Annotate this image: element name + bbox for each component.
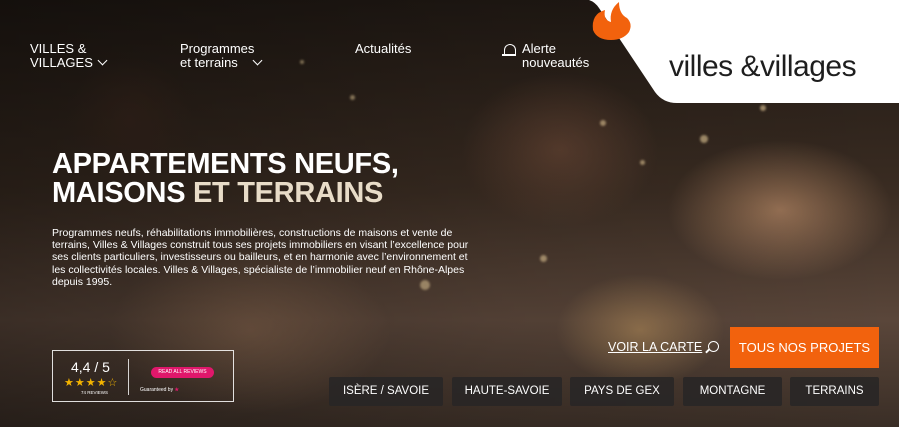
hero-description: Programmes neufs, réhabilitations immobi…: [52, 227, 469, 288]
region-button-montagne[interactable]: MONTAGNE: [683, 377, 782, 406]
bell-icon: [502, 44, 516, 56]
review-count: 74 REVIEWS: [81, 390, 109, 395]
bokeh-light: [540, 255, 547, 262]
map-link-label: VOIR LA CARTE: [608, 340, 703, 354]
region-button-isere-savoie[interactable]: ISÈRE / SAVOIE: [329, 377, 443, 406]
headline-line1: APPARTEMENTS NEUFS,: [52, 148, 399, 180]
all-projects-button[interactable]: TOUS NOS PROJETS: [730, 327, 879, 368]
nav-item-villes-villages[interactable]: VILLES & VILLAGES: [30, 41, 108, 70]
bokeh-light: [350, 95, 355, 100]
nav-item-actualites[interactable]: Actualités: [355, 42, 411, 56]
main-nav: VILLES & VILLAGES Programmes et terrains…: [0, 0, 640, 80]
logo[interactable]: villes &villages: [589, 0, 899, 103]
region-button-terrains[interactable]: TERRAINS: [790, 377, 879, 406]
reviews-widget[interactable]: 4,4 / 5 ★★★★☆ 74 REVIEWS READ ALL REVIEW…: [52, 350, 234, 402]
read-all-reviews-button[interactable]: READ ALL REVIEWS: [151, 367, 214, 378]
bokeh-light: [700, 135, 708, 143]
nav-label-line1: Programmes: [180, 41, 255, 56]
rating-score: 4,4 / 5: [71, 359, 110, 375]
headline-accent: ET TERRAINS: [185, 177, 384, 209]
logo-text: villes &villages: [669, 50, 857, 83]
nav-label-line2: VILLAGES: [30, 55, 93, 70]
nav-item-programmes[interactable]: Programmes et terrains: [180, 41, 263, 70]
region-button-pays-de-gex[interactable]: PAYS DE GEX: [570, 377, 674, 406]
region-button-haute-savoie[interactable]: HAUTE-SAVOIE: [452, 377, 562, 406]
nav-item-alerte[interactable]: Alerte nouveautés: [502, 41, 590, 70]
nav-label-line1: Actualités: [355, 41, 412, 56]
nav-label-line2: nouveautés: [522, 55, 590, 70]
nav-label-line2: et terrains: [180, 55, 238, 70]
guaranteed-label: Guaranteed by: [140, 387, 174, 393]
headline-main: MAISONS: [52, 177, 186, 209]
divider: [128, 359, 129, 395]
map-link[interactable]: VOIR LA CARTE: [608, 340, 720, 354]
nav-label-line1: Alerte: [522, 41, 556, 56]
bokeh-light: [760, 105, 766, 111]
rating-stars: ★★★★☆: [64, 377, 119, 389]
bokeh-light: [600, 120, 606, 126]
search-icon: [708, 341, 720, 352]
page-title: APPARTEMENTS NEUFS, MAISONS ET TERRAINS: [52, 150, 399, 208]
star-icon: ★: [174, 387, 179, 393]
hero-section: VILLES & VILLAGES Programmes et terrains…: [0, 0, 899, 427]
chevron-down-icon: [252, 55, 263, 66]
guaranteed-by: Guaranteed by ★: [140, 387, 179, 393]
nav-label-line1: VILLES &: [30, 41, 87, 56]
flame-logo-icon: [592, 2, 631, 40]
chevron-down-icon: [97, 55, 108, 66]
bokeh-light: [640, 160, 645, 165]
